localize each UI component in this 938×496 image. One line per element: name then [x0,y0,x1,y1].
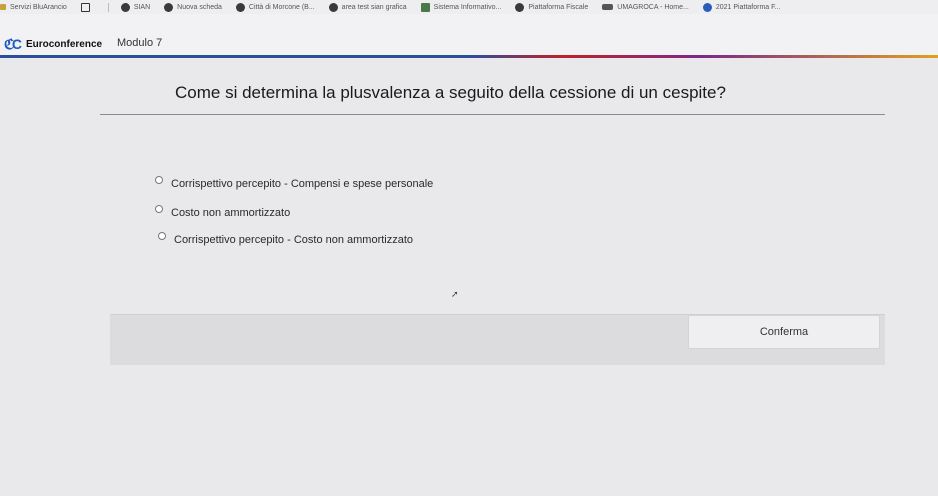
answer-option-3[interactable]: Corrispettivo percepito - Costo non ammo… [158,232,414,246]
module-title: Modulo 7 [117,37,163,49]
answer-label: Corrispettivo percepito - Compensi e spe… [171,178,434,190]
radio-button[interactable] [155,176,163,184]
globe-icon [120,2,130,12]
answer-label: Corrispettivo percepito - Costo non ammo… [174,234,414,246]
bookmark-2021-piattaforma[interactable]: 2021 Piattaforma F... [702,2,780,12]
question-divider [100,114,885,115]
radio-button[interactable] [155,205,163,213]
bookmark-servizi[interactable]: Servizi BluArancio [0,4,67,11]
radio-button[interactable] [158,232,166,240]
folder-icon [0,4,6,10]
confirm-button[interactable]: Conferma [688,315,880,349]
document-icon [420,2,430,12]
bookmark-nuova-scheda[interactable]: Nuova scheda [164,2,222,12]
bookmark-piattaforma-fiscale[interactable]: Piattaforma Fiscale [515,2,588,12]
bookmark-morcone[interactable]: Città di Morcone (B... [235,2,315,12]
bookmark-sistema-informativo[interactable]: Sistema Informativo... [420,2,501,12]
answer-option-1[interactable]: Corrispettivo percepito - Compensi e spe… [155,176,434,190]
quiz-area: Come si determina la plusvalenza a segui… [0,58,938,496]
app-header: ℭC Euroconference Modulo 7 [0,14,938,58]
bookmark-area-test[interactable]: area test sian grafica [328,2,407,12]
globe-icon [164,2,174,12]
people-icon [602,4,614,10]
euroconference-logo-icon: ℭC [4,36,22,52]
bookmark-sian[interactable]: SIAN [120,2,150,12]
bookmark-separator [107,2,109,12]
mouse-cursor-icon: ➚ [451,289,459,299]
bookmark-umagroca[interactable]: UMAGROCA - Home... [602,4,689,11]
answer-label: Costo non ammortizzato [171,207,291,219]
globe-icon [702,2,712,12]
brand-name: Euroconference [25,39,103,50]
globe-icon [515,2,525,12]
bookmark-apps[interactable] [80,2,94,12]
globe-icon [328,2,338,12]
brand-logo[interactable]: ℭC Euroconference [4,36,102,53]
bookmarks-bar: Servizi BluArancio SIAN Nuova scheda Cit… [0,0,938,15]
answer-option-2[interactable]: Costo non ammortizzato [155,205,291,219]
question-text: Come si determina la plusvalenza a segui… [175,83,726,102]
apps-grid-icon [80,2,90,12]
globe-icon [235,2,245,12]
